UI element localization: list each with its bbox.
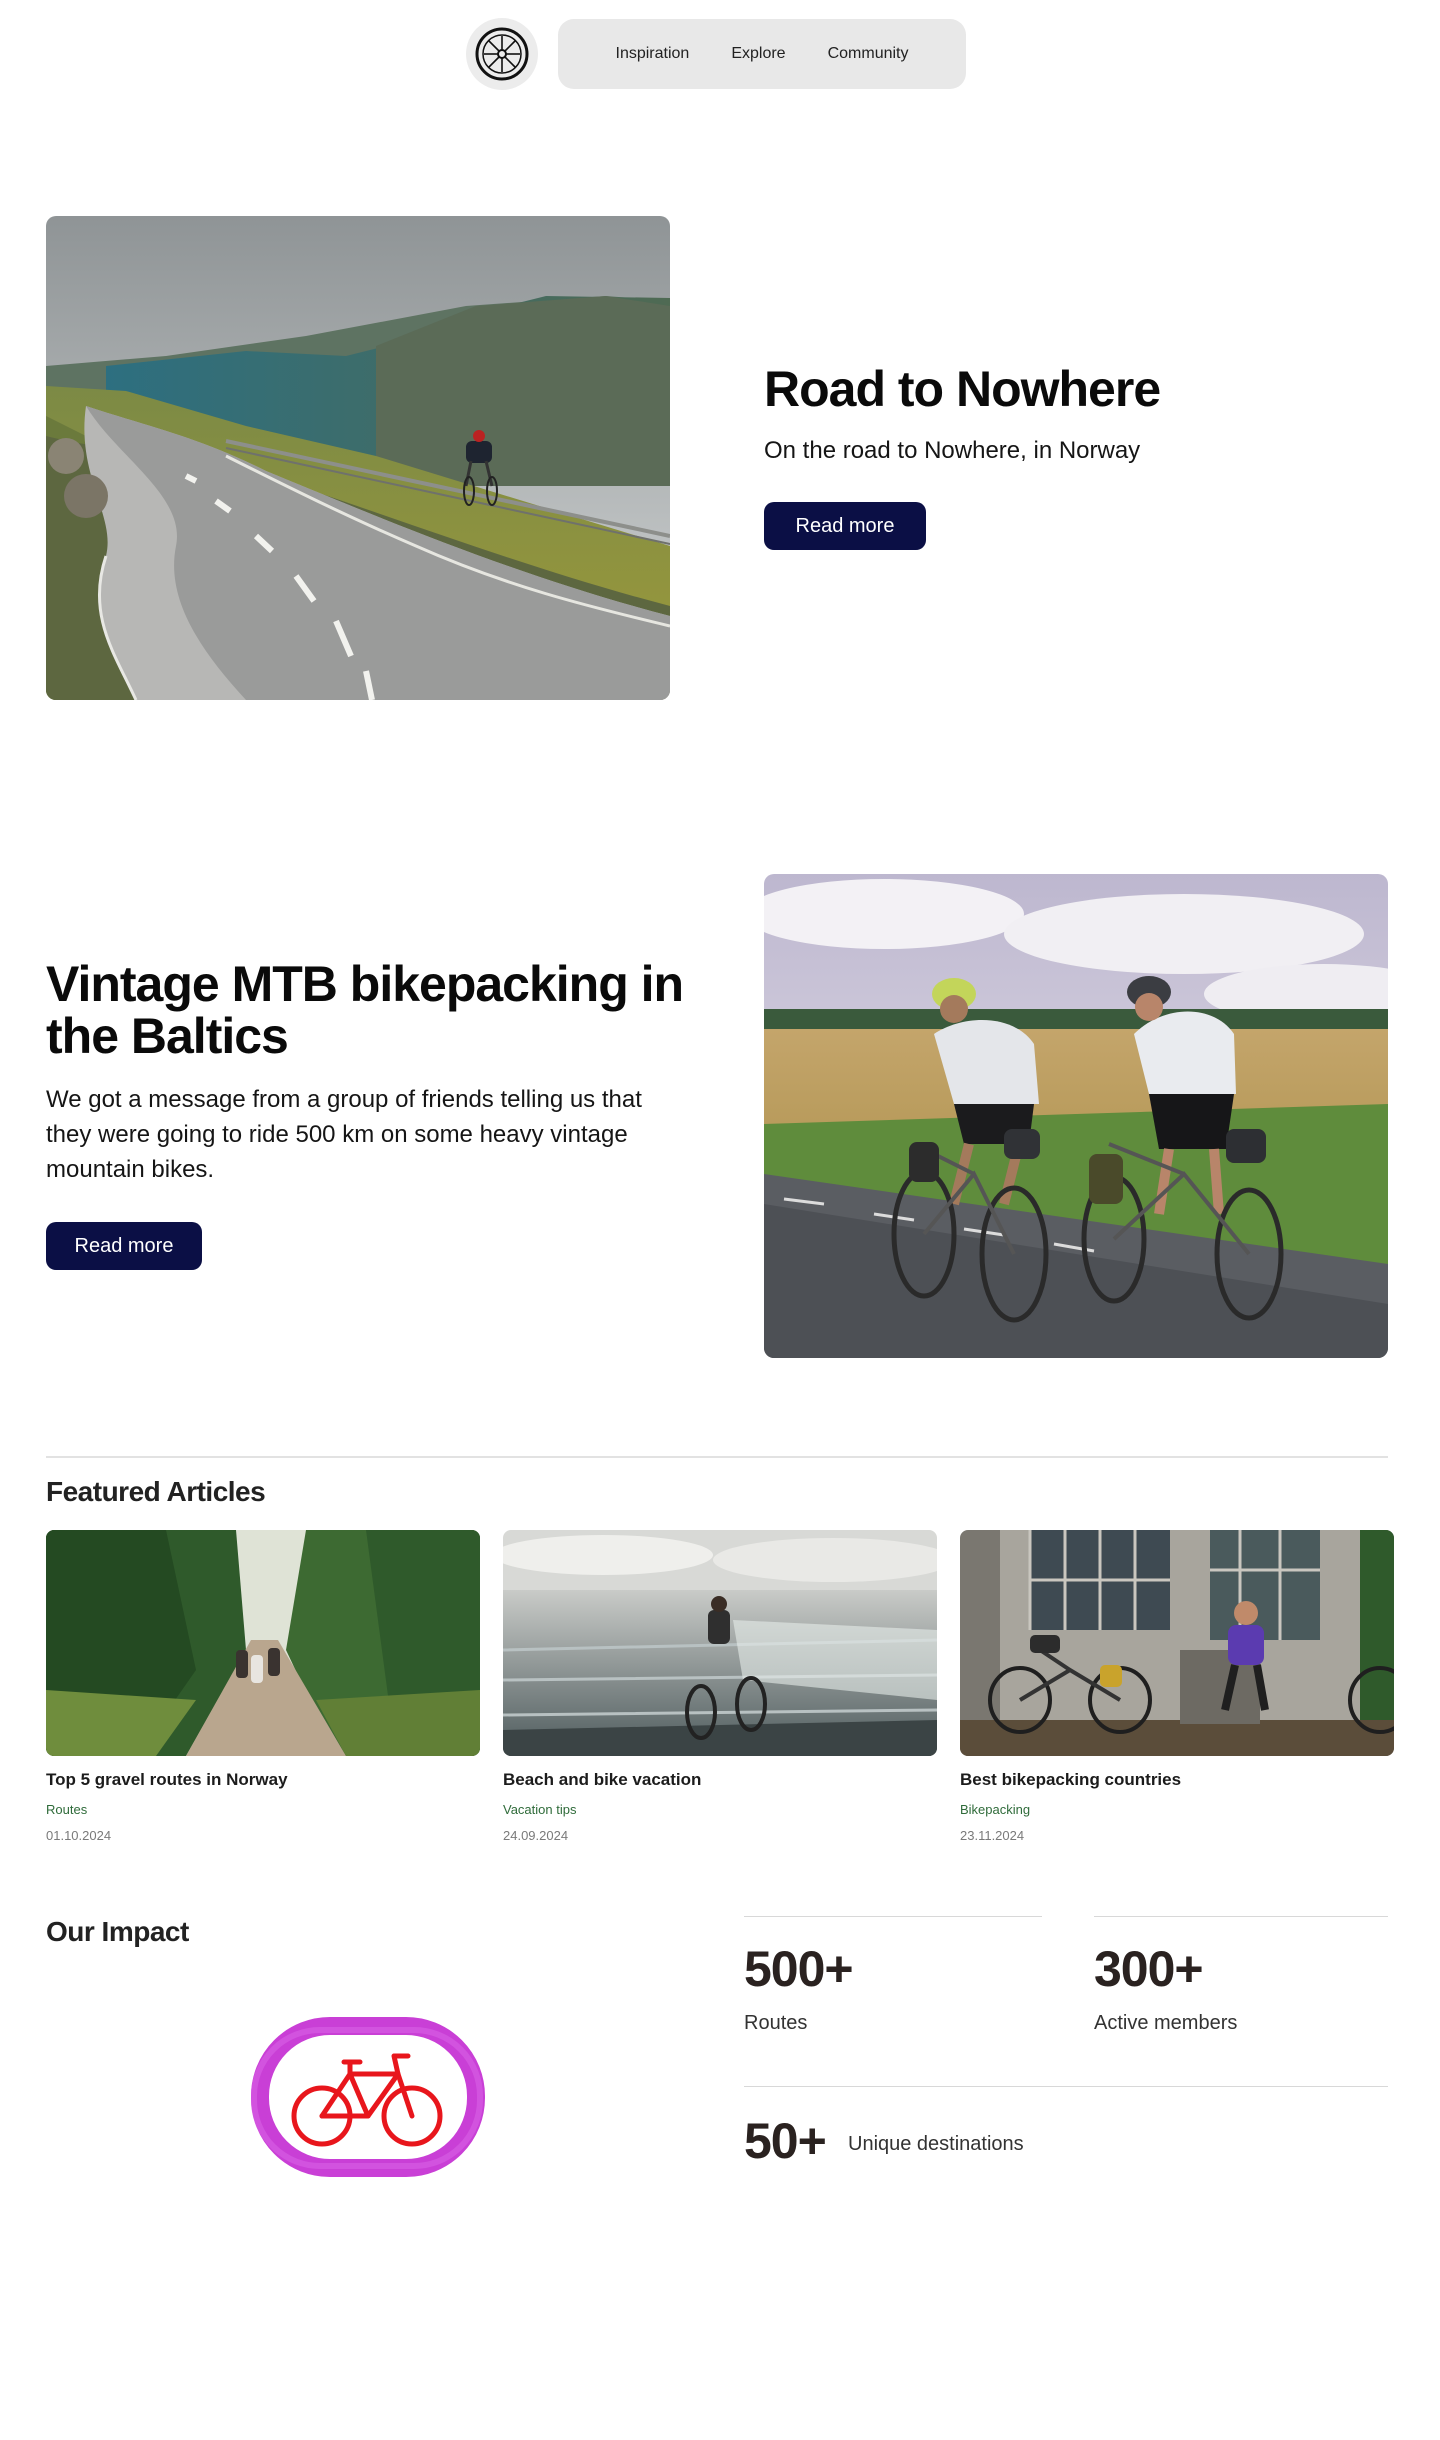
stat-label-destinations: Unique destinations [848,2133,1024,2155]
stats-top-line-left [744,1916,1042,1917]
bicycle-badge-icon [248,2016,488,2178]
featured-articles-title: Featured Articles [46,1476,266,1507]
stat-value-routes: 500+ [744,1941,854,1997]
featured-divider [46,1456,1388,1458]
nav-link-community[interactable]: Community [828,45,909,63]
hero2-read-more-button[interactable]: Read more [46,1222,202,1270]
stat-label-members: Active members [1094,2012,1238,2034]
article-category[interactable]: Routes [46,1802,480,1817]
hero2-text-line2: they were going to ride 500 km on some h… [46,1121,628,1148]
article-card-bikepacking-countries[interactable]: Best bikepacking countries Bikepacking 2… [960,1530,1394,1843]
stat-label-routes: Routes [744,2012,808,2034]
hero2-title-line1: Vintage MTB bikepacking in [46,956,684,1012]
wheel-logo-icon[interactable] [466,18,538,90]
hero1-title: Road to Nowhere [764,361,1161,417]
hero2-text-line1: We got a message from a group of friends… [46,1086,642,1113]
article-image-bikepacking-countries [960,1530,1394,1756]
stats-middle-line [744,2086,1388,2087]
article-date: 24.09.2024 [503,1828,569,1843]
hero1-read-more-button[interactable]: Read more [764,502,926,550]
article-date: 01.10.2024 [46,1828,112,1843]
hero2-description: We got a message from a group of friends… [46,1082,642,1187]
hero2-text-line3: mountain bikes. [46,1156,215,1183]
hero1-subtitle: On the road to Nowhere, in Norway [764,437,1141,464]
article-title[interactable]: Best bikepacking countries [960,1770,1394,1790]
article-title[interactable]: Top 5 gravel routes in Norway [46,1770,480,1790]
hero2-title: Vintage MTB bikepacking in the Baltics [46,956,684,1064]
baltics-bikepacking-image [764,874,1388,1358]
article-card-beach-vacation[interactable]: Beach and bike vacation Vacation tips 24… [503,1530,937,1843]
article-card-gravel-routes[interactable]: Top 5 gravel routes in Norway Routes 01.… [46,1530,480,1843]
article-image-gravel-routes [46,1530,480,1756]
stat-value-destinations: 50+ [744,2113,827,2169]
stats-top-line-right [1094,1916,1388,1917]
nav-link-inspiration[interactable]: Inspiration [616,45,690,63]
stat-value-members: 300+ [1094,1941,1204,1997]
nav-link-explore[interactable]: Explore [731,45,785,63]
top-nav: Inspiration Explore Community [466,18,966,90]
article-category[interactable]: Bikepacking [960,1802,1394,1817]
road-to-nowhere-image [46,216,670,700]
our-impact-title: Our Impact [46,1916,189,1947]
article-category[interactable]: Vacation tips [503,1802,937,1817]
article-date: 23.11.2024 [960,1828,1025,1843]
article-title[interactable]: Beach and bike vacation [503,1770,937,1790]
article-image-beach-vacation [503,1530,937,1756]
hero2-title-line2: the Baltics [46,1008,289,1064]
nav-menu: Inspiration Explore Community [558,19,966,89]
